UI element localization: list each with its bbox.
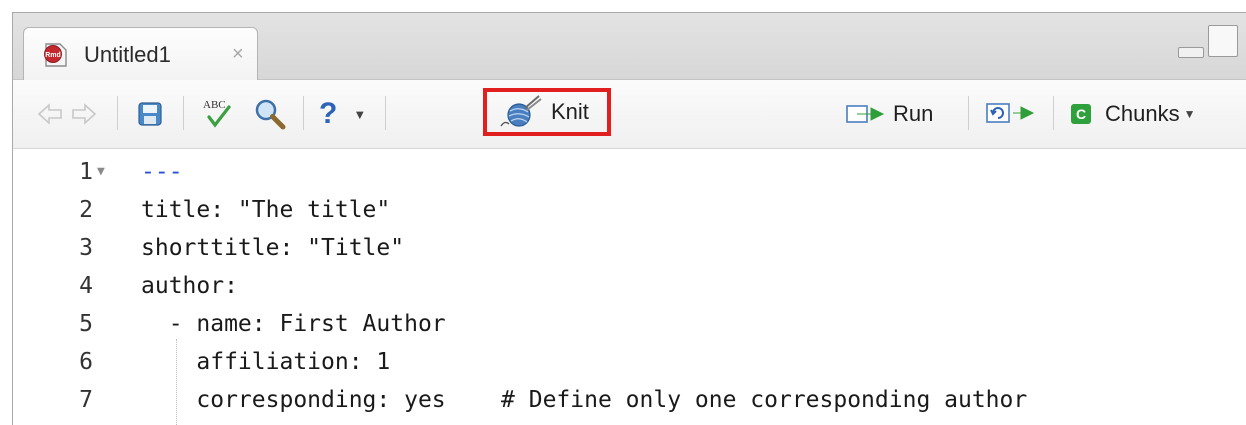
run-label: Run bbox=[893, 101, 934, 126]
line-number: 3 bbox=[79, 235, 93, 261]
source-editor-pane: Rmd Untitled1 × ABC ? ▼ Knit Run C Chunk… bbox=[12, 12, 1246, 425]
line-number: 4 bbox=[79, 273, 93, 299]
line-number: 5 bbox=[79, 311, 93, 337]
toolbar-separator bbox=[117, 96, 118, 130]
rerun-icon bbox=[986, 103, 1035, 123]
chevron-down-icon: ▼ bbox=[1183, 107, 1196, 121]
knit-button[interactable]: Knit bbox=[483, 88, 611, 136]
forward-arrow-icon bbox=[72, 103, 97, 125]
minimize-pane-button[interactable] bbox=[1178, 47, 1204, 58]
chunks-menu-button[interactable]: C Chunks ▼ bbox=[1071, 80, 1195, 148]
save-icon bbox=[138, 102, 162, 126]
code-line: 4 author: bbox=[13, 267, 1246, 305]
code-text: shorttitle: "Title" bbox=[141, 235, 405, 261]
find-replace-button[interactable] bbox=[253, 80, 287, 148]
spellcheck-icon: ABC bbox=[203, 99, 231, 128]
tab-title: Untitled1 bbox=[84, 42, 171, 67]
knit-yarn-icon bbox=[500, 95, 542, 127]
spellcheck-label: ABC bbox=[203, 99, 226, 111]
line-number: 1 bbox=[79, 159, 93, 185]
chunks-label: Chunks bbox=[1105, 101, 1180, 126]
tab-untitled1[interactable]: Rmd Untitled1 × bbox=[23, 27, 258, 80]
toolbar-separator bbox=[385, 96, 386, 130]
run-button[interactable]: Run bbox=[845, 80, 933, 148]
toolbar-separator bbox=[303, 96, 304, 130]
back-button[interactable] bbox=[37, 80, 63, 148]
code-text: affiliation: 1 bbox=[141, 349, 391, 375]
rmarkdown-file-icon: Rmd bbox=[44, 43, 67, 67]
maximize-pane-button[interactable] bbox=[1208, 25, 1238, 57]
code-line: 7 corresponding: yes # Define only one c… bbox=[13, 381, 1246, 419]
svg-text:Rmd: Rmd bbox=[45, 52, 61, 59]
toolbar-separator bbox=[183, 96, 184, 130]
run-arrow-icon bbox=[846, 105, 885, 123]
code-line: 6 affiliation: 1 bbox=[13, 343, 1246, 381]
forward-button[interactable] bbox=[71, 80, 97, 148]
help-menu-button[interactable]: ? ▼ bbox=[319, 80, 366, 148]
code-line: 3 shorttitle: "Title" bbox=[13, 229, 1246, 267]
tab-bar: Rmd Untitled1 × bbox=[13, 13, 1246, 80]
toolbar-separator bbox=[1053, 96, 1054, 130]
code-text: author: bbox=[141, 273, 238, 299]
code-text: corresponding: yes # Define only one cor… bbox=[141, 387, 1028, 413]
code-editor[interactable]: 1 ▼ --- 2 title: "The title" 3 shorttitl… bbox=[13, 149, 1246, 425]
help-icon: ? bbox=[319, 97, 338, 130]
close-icon[interactable]: × bbox=[232, 41, 244, 67]
knit-label: Knit bbox=[551, 99, 589, 124]
code-line: 1 ▼ --- bbox=[13, 153, 1246, 191]
code-line: 2 title: "The title" bbox=[13, 191, 1246, 229]
fold-toggle-icon[interactable]: ▼ bbox=[97, 153, 105, 191]
rerun-button[interactable] bbox=[985, 80, 1035, 148]
editor-toolbar: ABC ? ▼ Knit Run C Chunks ▼ bbox=[13, 80, 1246, 149]
spellcheck-button[interactable]: ABC bbox=[199, 80, 237, 148]
save-button[interactable] bbox=[137, 80, 163, 148]
line-number: 7 bbox=[79, 387, 93, 413]
line-number: 6 bbox=[79, 349, 93, 375]
code-text: - name: First Author bbox=[141, 311, 446, 337]
toolbar-separator bbox=[968, 96, 969, 130]
code-text: title: "The title" bbox=[141, 197, 391, 223]
back-arrow-icon bbox=[37, 103, 62, 125]
chunks-icon: C bbox=[1071, 104, 1091, 124]
code-line: 5 - name: First Author bbox=[13, 305, 1246, 343]
line-number: 2 bbox=[79, 197, 93, 223]
search-icon bbox=[255, 99, 286, 130]
code-text: --- bbox=[141, 159, 183, 185]
chevron-down-icon: ▼ bbox=[353, 106, 367, 122]
